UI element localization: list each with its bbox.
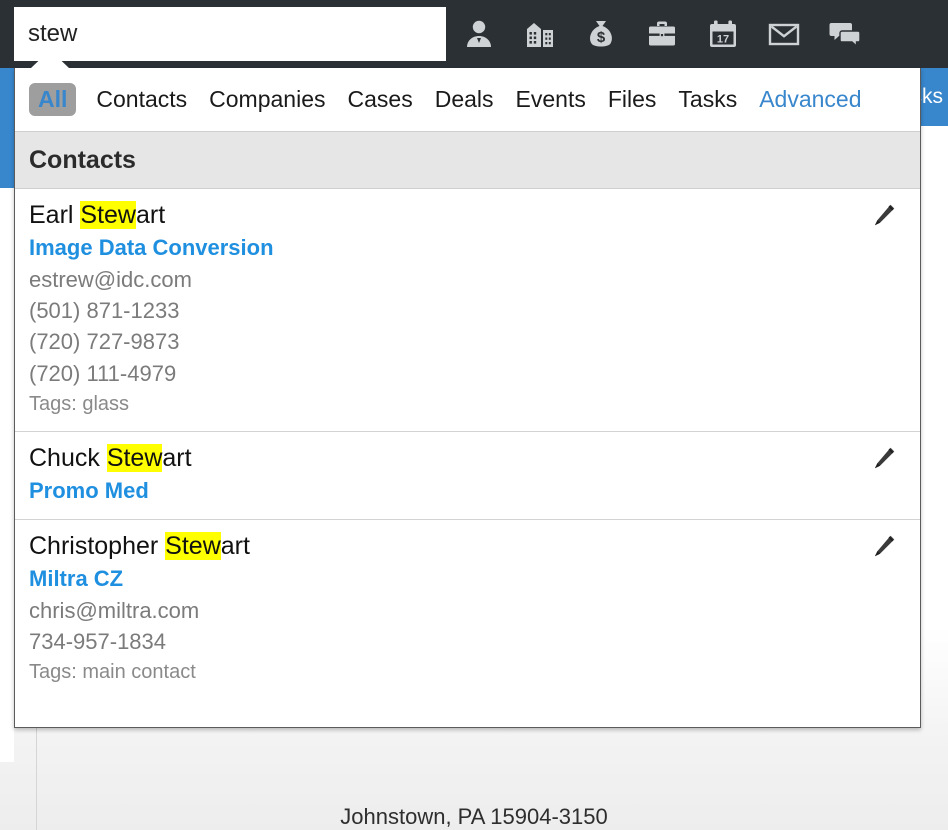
section-title: Contacts xyxy=(29,145,136,174)
tab-deals[interactable]: Deals xyxy=(435,86,494,113)
result-company-link[interactable]: Image Data Conversion xyxy=(29,232,860,264)
person-icon[interactable] xyxy=(460,15,498,53)
result-detail: 734-957-1834 xyxy=(29,628,167,654)
section-header-contacts: Contacts xyxy=(15,131,920,189)
result-detail: (720) 111-4979 xyxy=(29,360,177,386)
left-gutter xyxy=(0,188,14,762)
tab-files[interactable]: Files xyxy=(608,86,657,113)
result-name-highlight: Stew xyxy=(80,201,136,229)
result-name-prefix: Christopher xyxy=(29,531,166,560)
search-results-dropdown: All Contacts Companies Cases Deals Events File… xyxy=(14,68,921,728)
topbar-icon-group: $ 17 xyxy=(460,0,864,68)
tab-contacts[interactable]: Contacts xyxy=(96,86,187,113)
left-nav-rail xyxy=(0,68,14,188)
result-name-suffix: art xyxy=(136,201,166,229)
result-row[interactable]: Earl Stewart Image Data Conversion estrew@… xyxy=(15,189,920,432)
result-detail: estrew@idc.com xyxy=(29,266,192,292)
envelope-icon[interactable] xyxy=(765,15,803,53)
pencil-icon[interactable] xyxy=(870,444,898,472)
result-detail: (720) 727-9873 xyxy=(29,329,180,355)
result-name: Chuck Stewart xyxy=(29,442,860,475)
result-name-highlight: Stew xyxy=(106,443,163,472)
result-company-link[interactable]: Promo Med xyxy=(29,475,860,507)
result-detail: chris@miltra.com xyxy=(29,597,200,623)
result-tags: Tags: glass xyxy=(29,392,130,415)
svg-text:$: $ xyxy=(597,29,606,46)
pencil-icon[interactable] xyxy=(870,532,898,560)
results-list: Earl Stewart Image Data Conversion estrew@… xyxy=(15,189,920,700)
tab-events[interactable]: Events xyxy=(516,86,586,113)
tab-all[interactable]: All xyxy=(29,83,77,116)
tab-advanced[interactable]: Advanced xyxy=(759,86,861,113)
result-row[interactable]: Christopher Stewart Miltra CZ chris@miltra… xyxy=(15,519,920,700)
result-name: Christopher Stewart xyxy=(29,530,860,563)
result-name-highlight: Stew xyxy=(165,531,221,560)
result-name-prefix: Earl xyxy=(29,201,81,229)
tab-cases[interactable]: Cases xyxy=(348,86,413,113)
result-detail: (501) 871-1233 xyxy=(29,298,180,324)
calendar-day-number: 17 xyxy=(717,34,729,46)
result-filter-tabs: All Contacts Companies Cases Deals Events File… xyxy=(15,68,920,131)
result-row[interactable]: Chuck Stewart Promo Med xyxy=(15,431,920,520)
buildings-icon[interactable] xyxy=(521,15,559,53)
briefcase-icon[interactable] xyxy=(643,15,681,53)
background-address-line: Johnstown, PA 15904-3150 xyxy=(340,804,608,829)
result-name: Earl Stewart xyxy=(29,199,860,232)
search-input[interactable] xyxy=(14,7,446,61)
top-bar: $ 17 xyxy=(0,0,948,68)
result-company-link[interactable]: Miltra CZ xyxy=(29,563,860,595)
result-name-suffix: art xyxy=(220,531,250,560)
dropdown-caret xyxy=(31,50,69,68)
calendar-icon[interactable]: 17 xyxy=(704,15,742,53)
tab-companies[interactable]: Companies xyxy=(209,86,325,113)
result-tags: Tags: main contact xyxy=(29,661,196,684)
result-name-suffix: art xyxy=(162,443,192,472)
tab-tasks[interactable]: Tasks xyxy=(678,86,737,113)
result-name-prefix: Chuck xyxy=(29,443,107,472)
money-bag-icon[interactable]: $ xyxy=(582,15,620,53)
chat-icon[interactable] xyxy=(826,15,864,53)
pencil-icon[interactable] xyxy=(870,201,898,229)
